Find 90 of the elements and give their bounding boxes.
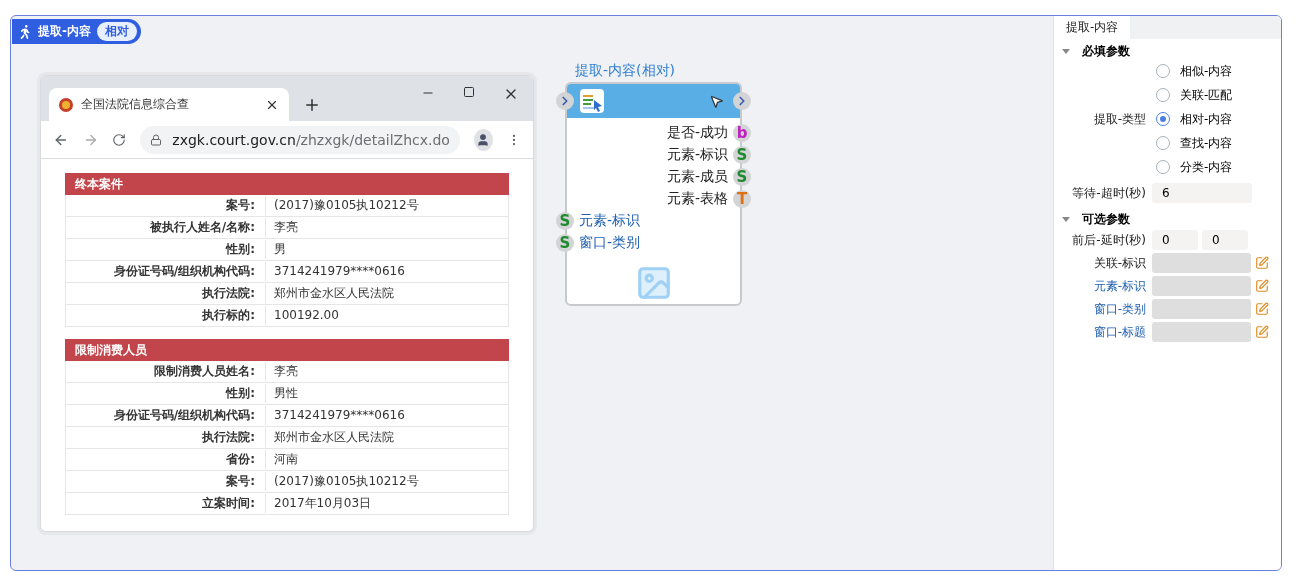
radio-button[interactable] (1156, 112, 1170, 126)
mode-tag: 相对 (97, 22, 137, 41)
field-label: 省份: (225, 451, 256, 468)
radio-button[interactable] (1156, 136, 1170, 150)
radio-label: 相似-内容 (1180, 62, 1233, 80)
field-label: 窗口-类别 (1092, 300, 1146, 318)
field-label: 前后-延时(秒) (1071, 231, 1146, 249)
field-value: 李亮 (265, 362, 507, 381)
output-label: 元素-成员 (666, 168, 728, 186)
output-label: 是否-成功 (666, 124, 728, 142)
field-label: 限制消费人员姓名: (153, 363, 256, 380)
field-label: 身份证号码/组织机构代码: (112, 263, 256, 280)
field-label: 执行法院: (201, 285, 256, 302)
section-header: 限制消费人员 (65, 339, 509, 361)
group-title: 可选参数 (1082, 211, 1130, 228)
port-type-badge[interactable]: S (733, 168, 751, 186)
field-label: 被执行人姓名/名称: (148, 219, 256, 236)
field-value: (2017)豫0105执10212号 (265, 472, 507, 491)
chevron-right-icon[interactable] (733, 92, 751, 110)
edit-icon[interactable] (1255, 302, 1269, 316)
new-tab-icon[interactable] (303, 96, 321, 114)
expand-icon[interactable] (1062, 217, 1070, 222)
field-label: 等待-超时(秒) (1071, 184, 1146, 202)
field-label: 提取-类型 (1092, 110, 1146, 128)
field-value: 2017年10月03日 (265, 494, 507, 513)
radio-button[interactable] (1156, 88, 1170, 102)
field-label: 案号: (225, 197, 256, 214)
field-value: 男性 (265, 384, 507, 403)
profile-icon[interactable] (473, 128, 494, 151)
field-label: 身份证号码/组织机构代码: (112, 407, 256, 424)
field-value: 3714241979****0616 (265, 262, 507, 281)
field-value: 3714241979****0616 (265, 406, 507, 425)
tab-title: 全国法院信息综合查 (81, 96, 190, 113)
field-value: 李亮 (265, 218, 507, 237)
field-label: 案号: (225, 473, 256, 490)
browser-tab[interactable]: 全国法院信息综合查 (49, 88, 289, 121)
field-value: 河南 (265, 450, 507, 469)
port-type-badge[interactable]: S (556, 234, 574, 252)
input-field[interactable] (1152, 276, 1251, 296)
output-label: 元素-标识 (666, 146, 728, 164)
field-value: 郑州市金水区人民法院 (265, 428, 507, 447)
field-label: 执行标的: (201, 307, 256, 324)
group-title: 必填参数 (1082, 43, 1130, 60)
field-value: (2017)豫0105执10212号 (265, 196, 507, 215)
field-label: 性别: (224, 241, 256, 258)
node-title: 提取-内容(相对) (575, 62, 675, 80)
edit-icon[interactable] (1255, 256, 1269, 270)
section-header: 终本案件 (65, 173, 509, 195)
field-label: 性别: (224, 385, 256, 402)
input-label: 元素-标识 (579, 212, 641, 230)
chevron-right-icon[interactable] (556, 92, 574, 110)
cursor-icon (709, 93, 724, 109)
step-badge[interactable]: 提取-内容 相对 (12, 19, 141, 44)
radio-label: 查找-内容 (1180, 134, 1233, 152)
input-field[interactable]: 0 (1152, 230, 1198, 250)
maximize-icon[interactable] (463, 86, 475, 98)
radio-button[interactable] (1156, 160, 1170, 174)
edit-icon[interactable] (1255, 325, 1269, 339)
field-value: 郑州市金水区人民法院 (265, 284, 507, 303)
walking-person-icon (18, 24, 32, 39)
url-field[interactable]: zxgk.court.gov.cn/zhzxgk/detailZhcx.do (140, 125, 460, 154)
port-type-badge[interactable]: S (556, 212, 574, 230)
field-label: 立案时间: (201, 495, 256, 512)
emblem-icon (59, 97, 73, 112)
output-label: 元素-表格 (666, 190, 728, 208)
radio-label: 关联-匹配 (1180, 86, 1233, 104)
input-field[interactable] (1152, 253, 1251, 273)
field-label: 关联-标识 (1092, 254, 1146, 272)
field-label: 窗口-标题 (1092, 323, 1146, 341)
lock-icon (150, 133, 163, 146)
edit-icon[interactable] (1255, 279, 1269, 293)
step-title: 提取-内容 (38, 23, 91, 40)
input-label: 窗口-类别 (579, 234, 641, 252)
field-label: 执行法院: (201, 429, 256, 446)
panel-tab[interactable]: 提取-内容 (1054, 16, 1131, 39)
input-field[interactable] (1152, 299, 1251, 319)
field-value: 男 (265, 240, 507, 259)
input-field[interactable] (1152, 322, 1251, 342)
input-field[interactable]: 0 (1202, 230, 1248, 250)
expand-icon[interactable] (1062, 49, 1070, 54)
radio-button[interactable] (1156, 64, 1170, 78)
port-type-badge[interactable]: b (733, 124, 751, 142)
input-field[interactable]: 6 (1152, 183, 1252, 203)
radio-label: 分类-内容 (1180, 158, 1233, 176)
reload-icon[interactable] (112, 131, 127, 148)
field-value: 100192.00 (265, 306, 507, 325)
port-type-badge[interactable]: S (733, 146, 751, 164)
radio-label: 相对-内容 (1180, 110, 1233, 128)
field-label: 元素-标识 (1092, 277, 1146, 295)
extract-element-icon (579, 88, 605, 114)
